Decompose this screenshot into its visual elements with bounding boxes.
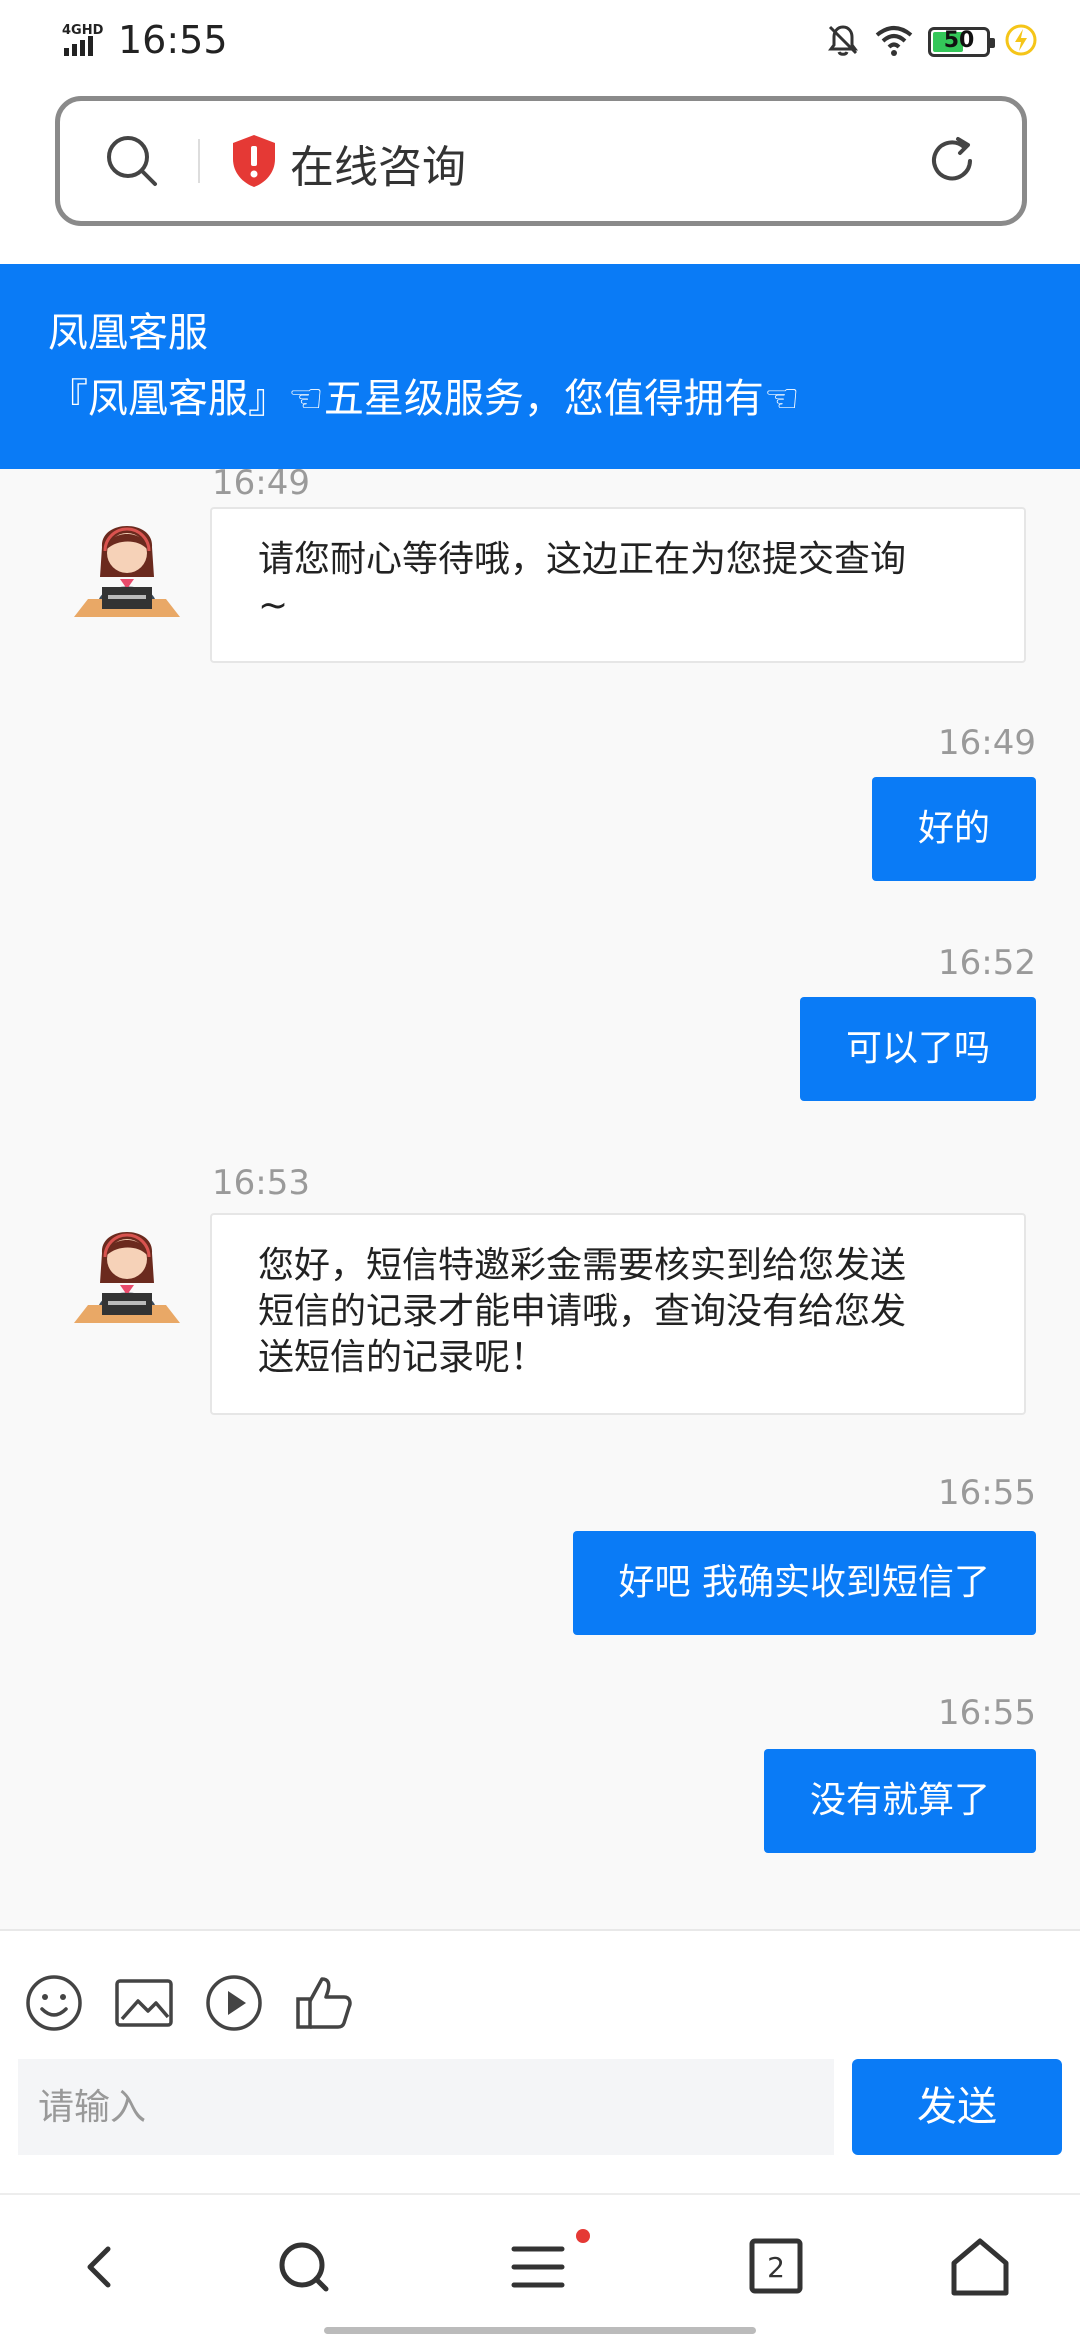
user-message-bubble: 没有就算了 — [763, 1749, 1036, 1853]
send-button[interactable]: 发送 — [852, 2059, 1062, 2155]
menu-icon[interactable] — [506, 2235, 570, 2299]
video-play-icon[interactable] — [204, 1973, 264, 2033]
chat-header: 凤凰客服 『凤凰客服』☜五星级服务，您值得拥有☜ — [0, 264, 1080, 469]
agent-avatar — [72, 507, 182, 623]
service-slogan: 『凤凰客服』☜五星级服务，您值得拥有☜ — [48, 376, 800, 422]
thumbs-up-icon[interactable] — [294, 1973, 354, 2033]
message-timestamp: 16:53 — [212, 1163, 310, 1203]
emoji-icon[interactable] — [24, 1973, 84, 2033]
agent-message-bubble: 请您耐心等待哦，这边正在为您提交查询 ~ — [210, 507, 1026, 663]
security-shield-icon[interactable] — [230, 133, 278, 189]
charging-icon — [1004, 23, 1038, 61]
user-message-bubble: 好吧 我确实收到短信了 — [572, 1531, 1036, 1635]
user-message-bubble: 好的 — [871, 777, 1036, 881]
message-text: 您好，短信特邀彩金需要核实到给您发送 — [258, 1245, 907, 1286]
refresh-icon[interactable] — [922, 131, 982, 191]
tabs-icon[interactable]: 2 — [744, 2235, 808, 2299]
notification-dot — [576, 2229, 590, 2243]
agent-avatar — [72, 1213, 182, 1329]
home-icon[interactable] — [948, 2235, 1012, 2299]
svg-text:4GHD: 4GHD — [62, 23, 104, 38]
back-icon[interactable] — [68, 2235, 132, 2299]
battery-icon: 50 — [928, 27, 995, 57]
message-input[interactable] — [18, 2059, 834, 2155]
svg-text:2: 2 — [767, 2251, 785, 2284]
agent-message-bubble: 您好，短信特邀彩金需要核实到给您发送 短信的记录才能申请哦，查询没有给您发 送短… — [210, 1213, 1026, 1415]
message-text: 送短信的记录呢！ — [258, 1337, 547, 1378]
search-icon[interactable] — [272, 2235, 336, 2299]
status-time: 16:55 — [118, 18, 228, 62]
image-icon[interactable] — [114, 1973, 174, 2033]
chat-messages[interactable]: 16:49 请您耐心等待哦，这边正在为您提交查询 ~ 16:49 好的 16:5… — [0, 469, 1080, 1929]
address-bar[interactable]: 在线咨询 — [55, 96, 1027, 226]
message-text: 请您耐心等待哦，这边正在为您提交查询 — [258, 539, 907, 580]
page-title: 在线咨询 — [290, 142, 466, 193]
message-timestamp: 16:55 — [938, 1473, 1036, 1513]
message-text: ~ — [258, 585, 289, 626]
message-timestamp: 16:52 — [938, 943, 1036, 983]
bell-muted-icon — [826, 23, 860, 61]
user-message-bubble: 可以了吗 — [799, 997, 1036, 1101]
status-bar: 4GHD 16:55 50 — [0, 0, 1080, 84]
message-composer: 发送 — [0, 1929, 1080, 2193]
message-timestamp: 16:49 — [938, 723, 1036, 763]
bottom-navigation: 2 — [0, 2193, 1080, 2340]
search-icon[interactable] — [105, 134, 159, 188]
address-divider — [198, 139, 200, 183]
cellular-signal-icon: 4GHD — [62, 22, 112, 58]
wifi-icon — [874, 23, 914, 61]
message-timestamp: 16:49 — [212, 469, 310, 503]
home-indicator[interactable] — [324, 2327, 756, 2334]
message-timestamp: 16:55 — [938, 1693, 1036, 1733]
message-text: 短信的记录才能申请哦，查询没有给您发 — [258, 1291, 907, 1332]
service-name: 凤凰客服 — [48, 310, 208, 356]
